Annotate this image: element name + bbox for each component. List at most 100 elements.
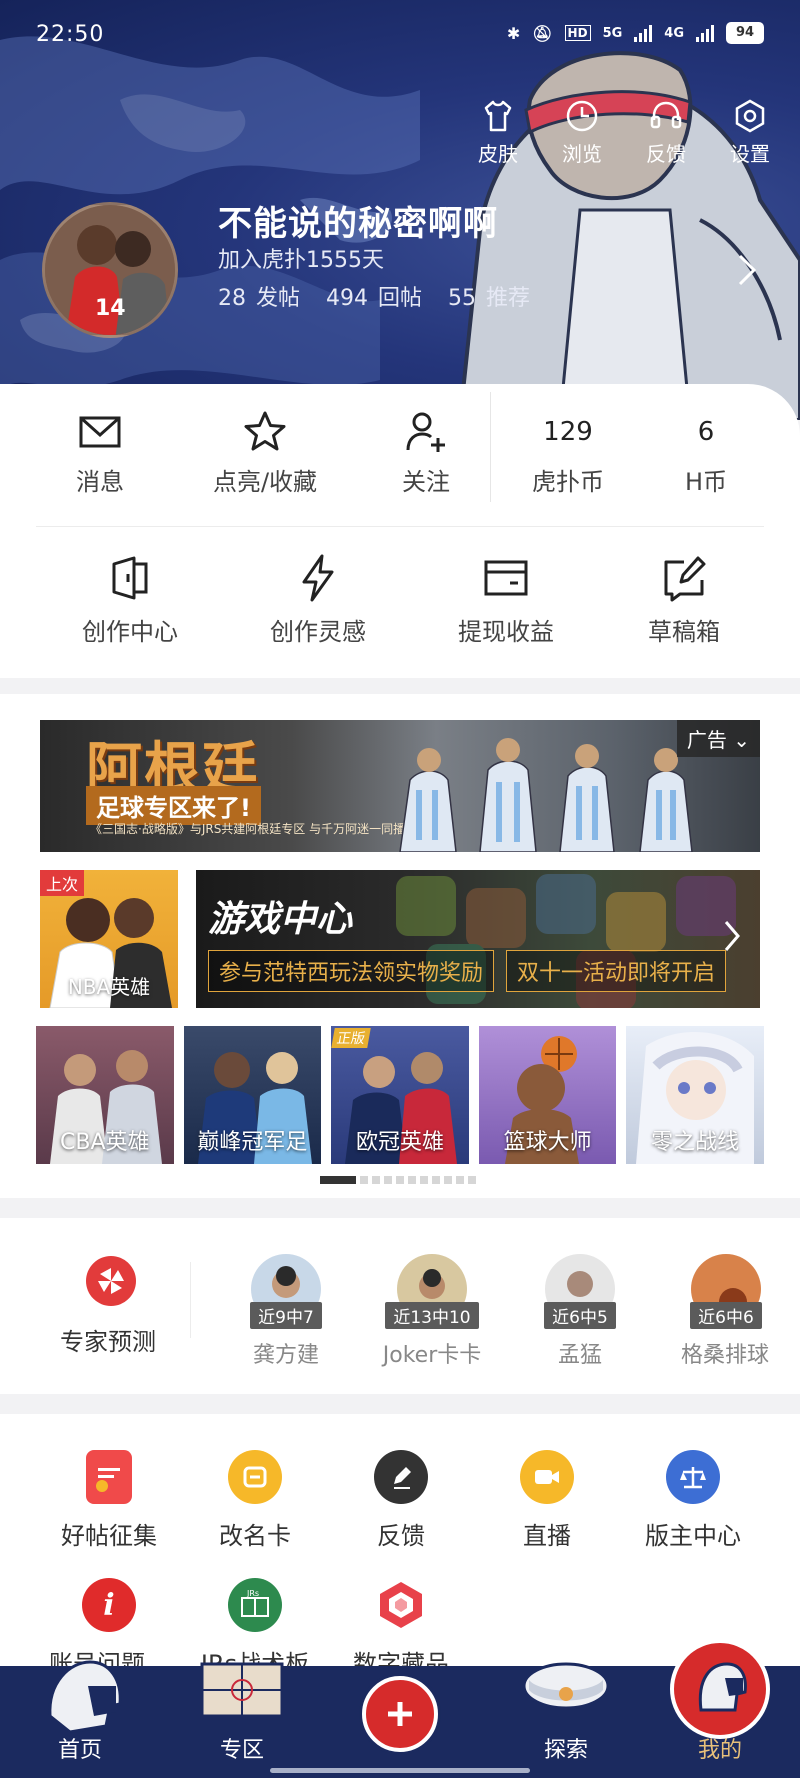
skin-button[interactable]: 皮肤 bbox=[460, 96, 536, 167]
headband-explore-icon bbox=[522, 1662, 610, 1710]
battery-icon: 94 bbox=[726, 22, 764, 44]
star-icon bbox=[244, 411, 286, 451]
nav-mine[interactable]: 我的 bbox=[650, 1639, 790, 1778]
info-icon: i bbox=[82, 1578, 136, 1632]
game-name: NBA英雄 bbox=[67, 975, 151, 999]
divider bbox=[36, 526, 764, 527]
last-played-tag: 上次 bbox=[40, 870, 85, 896]
divider bbox=[190, 1262, 191, 1338]
game-center-title: 游戏中心 bbox=[208, 899, 353, 940]
rename-card-icon bbox=[228, 1450, 282, 1504]
game-tiles: CBA英雄 巅峰冠军足 正版 欧冠英雄 篮球大师 零之战线 bbox=[36, 1026, 764, 1164]
tool-moderator-center[interactable]: 版主中心 bbox=[620, 1450, 766, 1551]
settings-button[interactable]: 设置 bbox=[712, 96, 788, 167]
draft-edit-icon bbox=[664, 556, 706, 602]
nav-home[interactable]: 首页 bbox=[10, 1660, 150, 1778]
hd-icon: HD bbox=[564, 25, 591, 41]
history-button[interactable]: 浏览 bbox=[544, 96, 620, 167]
last-played-game[interactable]: 上次 NBA英雄 bbox=[40, 870, 178, 1008]
status-icons: ✱ 🔕︎ HD 5G 4G 94 bbox=[507, 22, 764, 44]
chevron-down-icon: ⌄ bbox=[733, 728, 750, 752]
tools-panel: 好帖征集 改名卡 反馈 直播 版主中心 i 账号问题… JRs JRs战术板 数… bbox=[0, 1414, 800, 1678]
pinwheel-icon bbox=[98, 1268, 124, 1294]
chevron-right-icon[interactable] bbox=[720, 916, 744, 956]
creator-center-button[interactable]: 创作中心 bbox=[70, 552, 190, 647]
tool-digital-collectibles[interactable]: 数字藏品 bbox=[328, 1578, 474, 1679]
scales-icon bbox=[666, 1450, 720, 1504]
fantasy-promo-button[interactable]: 参与范特西玩法领实物奖励 bbox=[208, 950, 495, 992]
mute-icon: 🔕︎ bbox=[532, 23, 553, 43]
wallet-icon bbox=[484, 560, 528, 596]
game-tile[interactable]: CBA英雄 bbox=[36, 1026, 174, 1164]
ad-label-button[interactable]: 广告 ⌄ bbox=[676, 720, 760, 757]
create-post-button[interactable] bbox=[362, 1676, 438, 1752]
tool-feedback[interactable]: 反馈 bbox=[328, 1450, 474, 1551]
game-tile[interactable]: 篮球大师 bbox=[478, 1026, 617, 1164]
document-coin-icon bbox=[86, 1450, 132, 1504]
nav-explore[interactable]: 探索 bbox=[496, 1662, 636, 1778]
tactics-board-icon: JRs bbox=[228, 1578, 282, 1632]
expert-item[interactable]: 近13中10 Joker卡卡 bbox=[362, 1254, 502, 1369]
expert-prediction-label[interactable]: 专家预测 bbox=[60, 1322, 156, 1357]
follow-button[interactable]: 关注 bbox=[386, 408, 466, 497]
chevron-right-icon[interactable] bbox=[732, 250, 762, 290]
messages-button[interactable]: 消息 bbox=[60, 408, 140, 497]
signal-icon bbox=[696, 24, 714, 42]
withdraw-earnings-button[interactable]: 提现收益 bbox=[446, 552, 566, 647]
game-tile[interactable]: 零之战线 bbox=[626, 1026, 764, 1164]
header-actions: 皮肤 浏览 反馈 设置 bbox=[460, 96, 788, 167]
nav-zone[interactable]: 专区 bbox=[172, 1662, 312, 1778]
hupu-coin-button[interactable]: 129 虎扑币 bbox=[518, 408, 618, 497]
tool-live[interactable]: 直播 bbox=[474, 1450, 620, 1551]
replies-stat[interactable]: 494 回帖 bbox=[326, 280, 422, 312]
creator-row: 创作中心 创作灵感 提现收益 草稿箱 bbox=[0, 552, 800, 662]
profile-mine-icon bbox=[670, 1639, 770, 1739]
posts-stat[interactable]: 28 发帖 bbox=[218, 280, 300, 312]
headset-icon bbox=[650, 101, 682, 129]
likes-favorites-button[interactable]: 点亮/收藏 bbox=[200, 408, 330, 497]
h-coin-button[interactable]: 6 H币 bbox=[666, 408, 746, 497]
tool-good-post-collection[interactable]: 好帖征集 bbox=[36, 1450, 182, 1551]
game-tile[interactable]: 正版 欧冠英雄 bbox=[331, 1026, 469, 1164]
games-panel: 阿根廷 足球专区来了! 《三国志·战略版》与JRS共建阿根廷专区 与千万阿迷一同… bbox=[0, 694, 800, 1198]
svg-text:JRs: JRs bbox=[246, 1589, 259, 1598]
feedback-button[interactable]: 反馈 bbox=[628, 96, 704, 167]
expert-prediction-panel: 专家预测 近9中7 龚方建 近13中10 Joker卡卡 近6中5 孟猛 近6中… bbox=[0, 1218, 800, 1394]
avatar-jersey-number: 14 bbox=[95, 296, 126, 321]
recommend-stat[interactable]: 55 推荐 bbox=[448, 280, 530, 312]
expert-prediction-icon[interactable] bbox=[86, 1256, 136, 1306]
ad-banner[interactable]: 阿根廷 足球专区来了! 《三国志·战略版》与JRS共建阿根廷专区 与千万阿迷一同… bbox=[40, 720, 760, 852]
quick-actions-row: 消息 点亮/收藏 关注 129 虎扑币 6 H币 bbox=[0, 408, 800, 508]
expert-item[interactable]: 近9中7 龚方建 bbox=[216, 1254, 356, 1369]
username: 不能说的秘密啊啊 bbox=[218, 204, 498, 244]
settings-icon bbox=[735, 99, 765, 133]
network-5g-label: 5G bbox=[602, 25, 623, 41]
drafts-button[interactable]: 草稿箱 bbox=[624, 552, 744, 647]
profile-header: 22:50 ✱ 🔕︎ HD 5G 4G 94 皮肤 浏览 反馈 设置 14 不能… bbox=[0, 0, 800, 420]
double-eleven-promo-button[interactable]: 双十一活动即将开启 bbox=[506, 950, 727, 992]
shirt-icon bbox=[484, 100, 512, 132]
avatar[interactable]: 14 bbox=[42, 202, 178, 338]
creative-inspiration-button[interactable]: 创作灵感 bbox=[258, 552, 378, 647]
profile-summary[interactable]: 14 不能说的秘密啊啊 加入虎扑1555天 28 发帖 494 回帖 55 推荐 bbox=[42, 202, 762, 342]
expert-item[interactable]: 近6中6 格桑排球 bbox=[656, 1254, 796, 1369]
envelope-icon bbox=[79, 416, 121, 448]
tool-rename-card[interactable]: 改名卡 bbox=[182, 1450, 328, 1551]
signal-icon bbox=[634, 24, 653, 42]
profile-stats: 28 发帖 494 回帖 55 推荐 bbox=[218, 280, 530, 312]
game-center-banner[interactable]: 游戏中心 参与范特西玩法领实物奖励 双十一活动即将开启 bbox=[196, 870, 760, 1008]
game-tile[interactable]: 巅峰冠军足 bbox=[183, 1026, 322, 1164]
creator-center-icon bbox=[112, 556, 148, 600]
avatar-image: 14 bbox=[45, 205, 175, 335]
hexagon-gem-icon bbox=[374, 1578, 428, 1632]
pencil-icon bbox=[374, 1450, 428, 1504]
bluetooth-icon: ✱ bbox=[506, 23, 521, 43]
court-icon bbox=[200, 1662, 284, 1718]
video-camera-icon bbox=[520, 1450, 574, 1504]
plus-icon bbox=[388, 1702, 412, 1726]
expert-item[interactable]: 近6中5 孟猛 bbox=[510, 1254, 650, 1369]
clock-icon bbox=[566, 100, 598, 132]
divider bbox=[490, 392, 491, 502]
joined-days: 加入虎扑1555天 bbox=[218, 248, 384, 273]
lightning-icon bbox=[302, 554, 334, 602]
